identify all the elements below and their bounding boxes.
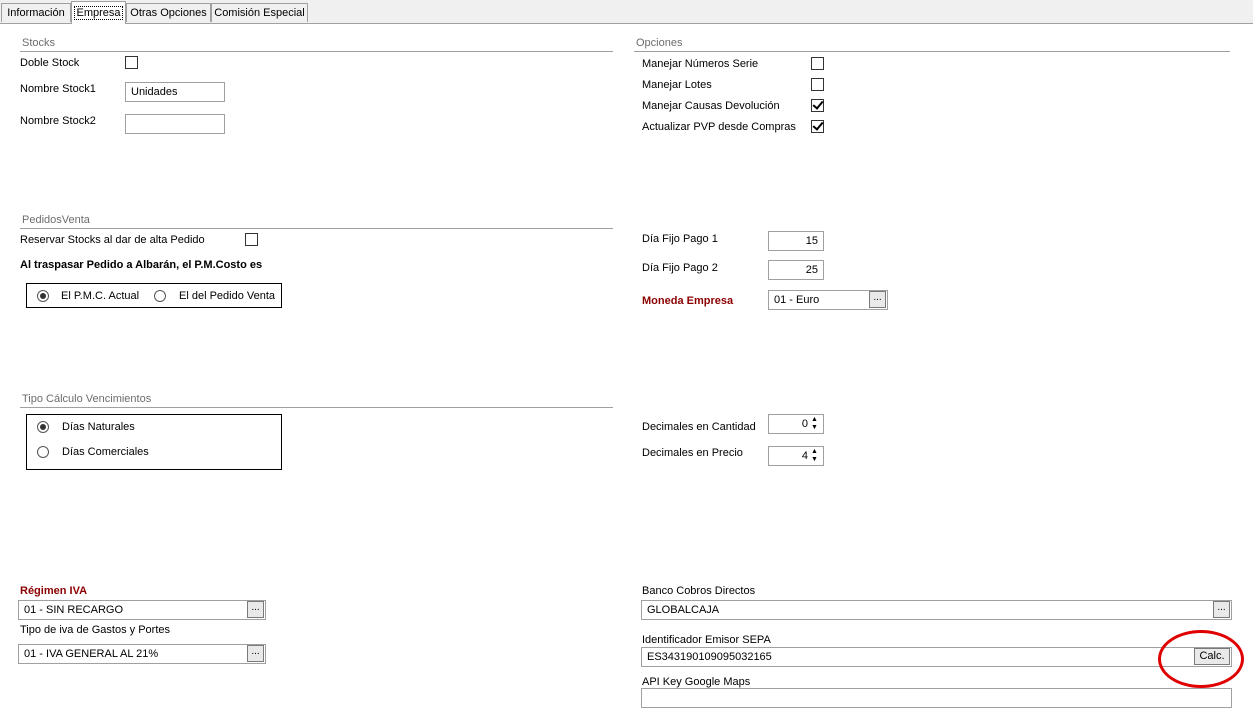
dia-fijo-pago1-input[interactable]: 15 <box>768 231 824 251</box>
manejar-lotes-label: Manejar Lotes <box>642 79 712 91</box>
tipo-iva-lookup-button[interactable]: ... <box>247 645 264 662</box>
check-icon <box>812 119 824 131</box>
stocks-group-title: Stocks <box>22 37 56 49</box>
decimales-cantidad-label: Decimales en Cantidad <box>642 421 756 433</box>
pedido-venta-radio[interactable] <box>154 290 166 302</box>
reservar-stocks-label: Reservar Stocks al dar de alta Pedido <box>20 234 205 246</box>
dias-comerciales-label: Días Comerciales <box>62 446 149 458</box>
regimen-iva-label: Régimen IVA <box>20 585 88 597</box>
dias-naturales-radio[interactable] <box>37 421 49 433</box>
api-key-input[interactable] <box>641 688 1232 708</box>
check-icon <box>812 98 824 110</box>
regimen-iva-lookup-button[interactable]: ... <box>247 601 264 618</box>
stocks-divider <box>20 51 613 52</box>
opciones-group-title: Opciones <box>636 37 683 49</box>
decimales-precio-label: Decimales en Precio <box>642 447 743 459</box>
tab-comision-especial[interactable]: Comisión Especial <box>211 3 308 22</box>
banco-cobros-label: Banco Cobros Directos <box>642 585 756 597</box>
manejar-numeros-serie-checkbox[interactable] <box>811 57 824 70</box>
tab-label: Empresa <box>74 6 123 20</box>
opciones-divider <box>634 51 1230 52</box>
regimen-iva-input[interactable]: 01 - SIN RECARGO <box>18 600 266 620</box>
highlight-circle <box>1158 630 1244 688</box>
tab-empresa[interactable]: Empresa <box>71 1 126 24</box>
banco-lookup-button[interactable]: ... <box>1213 601 1230 618</box>
nombre-stock1-label: Nombre Stock1 <box>20 83 96 95</box>
spin-down-icon[interactable]: ▼ <box>810 424 819 432</box>
pedidos-group-title: PedidosVenta <box>22 214 90 226</box>
nombre-stock2-input[interactable] <box>125 114 225 134</box>
dias-naturales-label: Días Naturales <box>62 421 135 433</box>
actualizar-pvp-checkbox[interactable] <box>811 119 824 133</box>
dia-fijo-pago2-input[interactable]: 25 <box>768 260 824 280</box>
pedido-venta-label: El del Pedido Venta <box>179 290 276 302</box>
tipo-iva-gastos-input[interactable]: 01 - IVA GENERAL AL 21% <box>18 644 266 664</box>
pmc-actual-label: El P.M.C. Actual <box>61 290 140 302</box>
tab-label: Información <box>7 7 65 19</box>
reservar-stocks-checkbox[interactable] <box>245 233 258 246</box>
manejar-causas-devolucion-checkbox[interactable] <box>811 98 824 112</box>
manejar-lotes-checkbox[interactable] <box>811 78 824 91</box>
dias-comerciales-radio[interactable] <box>37 446 49 458</box>
doble-stock-label: Doble Stock <box>20 57 80 69</box>
pmc-actual-radio[interactable] <box>37 290 49 302</box>
sepa-label: Identificador Emisor SEPA <box>642 634 771 646</box>
dia-fijo-pago1-label: Día Fijo Pago 1 <box>642 233 718 245</box>
nombre-stock1-input[interactable]: Unidades <box>125 82 225 102</box>
spin-up-icon[interactable]: ▲ <box>810 416 819 424</box>
manejar-numeros-serie-label: Manejar Números Serie <box>642 58 759 70</box>
spin-up-icon[interactable]: ▲ <box>810 448 819 456</box>
moneda-empresa-label: Moneda Empresa <box>642 295 734 307</box>
pedidos-divider <box>20 228 613 229</box>
vencimientos-divider <box>20 407 613 408</box>
vencimientos-group-title: Tipo Cálculo Vencimientos <box>22 393 152 405</box>
tab-label: Comisión Especial <box>214 7 305 19</box>
moneda-lookup-button[interactable]: ... <box>869 291 886 308</box>
nombre-stock2-label: Nombre Stock2 <box>20 115 96 127</box>
doble-stock-checkbox[interactable] <box>125 56 138 69</box>
tab-informacion[interactable]: Información <box>1 3 71 22</box>
decimales-cantidad-spinner[interactable]: ▲ ▼ <box>810 416 819 432</box>
api-key-label: API Key Google Maps <box>642 676 751 688</box>
spin-down-icon[interactable]: ▼ <box>810 456 819 464</box>
traspasar-label: Al traspasar Pedido a Albarán, el P.M.Co… <box>20 259 263 271</box>
actualizar-pvp-label: Actualizar PVP desde Compras <box>642 121 796 133</box>
banco-cobros-input[interactable]: GLOBALCAJA <box>641 600 1232 620</box>
tipo-iva-gastos-label: Tipo de iva de Gastos y Portes <box>20 624 170 636</box>
tab-otras-opciones[interactable]: Otras Opciones <box>126 3 211 22</box>
tab-label: Otras Opciones <box>130 7 207 19</box>
sepa-input[interactable]: ES343190109095032165 <box>641 647 1232 667</box>
dia-fijo-pago2-label: Día Fijo Pago 2 <box>642 262 718 274</box>
manejar-causas-devolucion-label: Manejar Causas Devolución <box>642 100 780 112</box>
decimales-precio-spinner[interactable]: ▲ ▼ <box>810 448 819 464</box>
